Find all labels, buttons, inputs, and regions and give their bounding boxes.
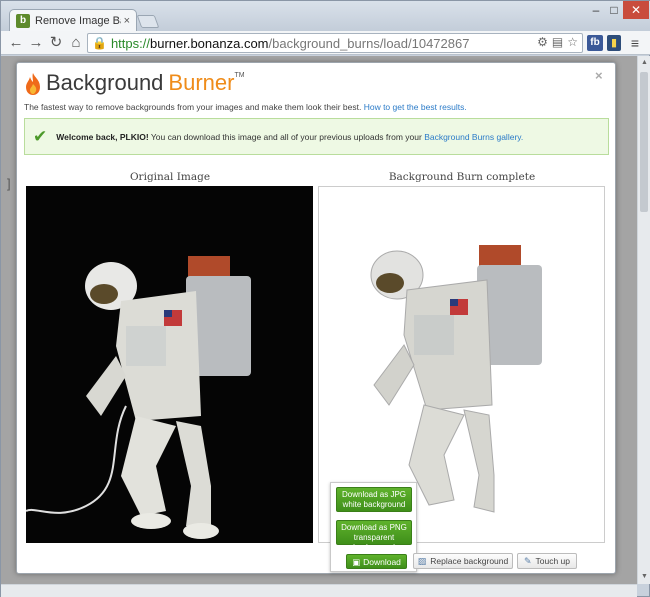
logo-text-burner: Burner (168, 70, 235, 95)
bonanza-favicon-icon: b (16, 13, 30, 28)
close-icon[interactable]: × (595, 68, 603, 83)
window-maximize-button[interactable]: □ (605, 1, 623, 19)
save-disk-icon: ▣ (352, 556, 361, 567)
replace-background-label: Replace background (430, 556, 509, 566)
vertical-scrollbar[interactable]: ▲ ▼ (637, 56, 650, 584)
window-close-button[interactable]: ✕ (623, 1, 649, 19)
astronaut-image (26, 186, 313, 543)
browser-toolbar: ← → ↻ ⌂ 🔒 https:// burner.bonanza.com /b… (1, 31, 650, 55)
trademark: TM (234, 72, 245, 79)
home-icon[interactable]: ⌂ (67, 34, 85, 52)
welcome-alert: ✔ Welcome back, PLKIO! You can download … (24, 118, 609, 155)
tagline-text: The fastest way to remove backgrounds fr… (24, 102, 362, 112)
download-jpg-sublabel: white background (342, 500, 406, 509)
url-scheme: https:// (110, 35, 150, 51)
background-burner-modal: × Background Burner TM The fastest way t… (16, 62, 616, 574)
gallery-link[interactable]: Background Burns gallery. (424, 132, 523, 142)
download-jpg-button[interactable]: Download as JPG white background (336, 487, 412, 512)
download-png-label: Download as PNG (341, 523, 407, 532)
bookmark-star-icon[interactable]: ☆ (567, 35, 578, 49)
brush-icon: ✎ (523, 555, 532, 566)
new-tab-button[interactable] (136, 15, 160, 28)
original-image-title: Original Image (129, 171, 211, 183)
translate-icon[interactable]: ▤ (552, 35, 563, 49)
download-png-button[interactable]: Download as PNG transparent background (336, 520, 412, 552)
scroll-thumb[interactable] (640, 72, 648, 212)
browser-tab[interactable]: b Remove Image Backgro × (9, 9, 137, 31)
tab-close-icon[interactable]: × (124, 15, 130, 27)
omnibox-icons: ⚙ ▤ ☆ (537, 35, 578, 49)
tab-title: Remove Image Backgro (35, 14, 121, 27)
touch-up-label: Touch up (535, 556, 571, 566)
alert-message: You can download this image and all of y… (150, 131, 422, 142)
replace-background-button[interactable]: ▨ Replace background (413, 553, 513, 569)
menu-icon[interactable]: ≡ (627, 35, 643, 51)
url-host: burner.bonanza.com (149, 35, 269, 51)
download-options-popover: Download as JPG white background Downloa… (330, 482, 417, 572)
browser-window: b Remove Image Backgro × – □ ✕ ← → ↻ ⌂ 🔒… (0, 0, 650, 597)
welcome-text: Welcome back, PLKIO! (56, 131, 149, 142)
url-path: /background_burns/load/10472867 (268, 35, 470, 51)
reload-icon[interactable]: ↻ (47, 34, 65, 52)
best-results-link[interactable]: How to get the best results. (364, 102, 467, 112)
address-bar[interactable]: 🔒 https:// burner.bonanza.com /backgroun… (87, 33, 583, 53)
forward-arrow-icon[interactable]: → (27, 34, 45, 52)
wrench-icon[interactable]: ⚙ (537, 35, 548, 49)
touch-up-button[interactable]: ✎ Touch up (517, 553, 577, 569)
download-button-label: Download (363, 556, 401, 567)
facebook-extension-icon[interactable]: fb (587, 35, 603, 51)
download-jpg-label: Download as JPG (341, 490, 407, 499)
lock-icon: 🔒 (92, 36, 107, 50)
scroll-up-icon[interactable]: ▲ (639, 57, 650, 69)
checkmark-icon: ✔ (33, 126, 48, 146)
background-burner-logo: Background Burner TM (24, 70, 245, 96)
flame-icon (26, 73, 40, 95)
download-button[interactable]: ▣ Download (346, 554, 407, 569)
tab-strip: b Remove Image Backgro × – □ ✕ (1, 1, 650, 31)
scroll-down-icon[interactable]: ▼ (639, 571, 650, 583)
extension-icon[interactable]: ▮ (607, 35, 621, 51)
window-minimize-button[interactable]: – (587, 1, 605, 19)
logo-text-background: Background (46, 70, 164, 95)
download-png-sublabel: transparent background (353, 533, 395, 552)
horizontal-scrollbar[interactable] (1, 584, 637, 597)
tagline: The fastest way to remove backgrounds fr… (24, 102, 467, 112)
back-arrow-icon[interactable]: ← (7, 34, 25, 52)
result-image-title: Background Burn complete (388, 171, 536, 183)
picture-icon: ▨ (417, 555, 427, 566)
original-image (26, 186, 313, 543)
